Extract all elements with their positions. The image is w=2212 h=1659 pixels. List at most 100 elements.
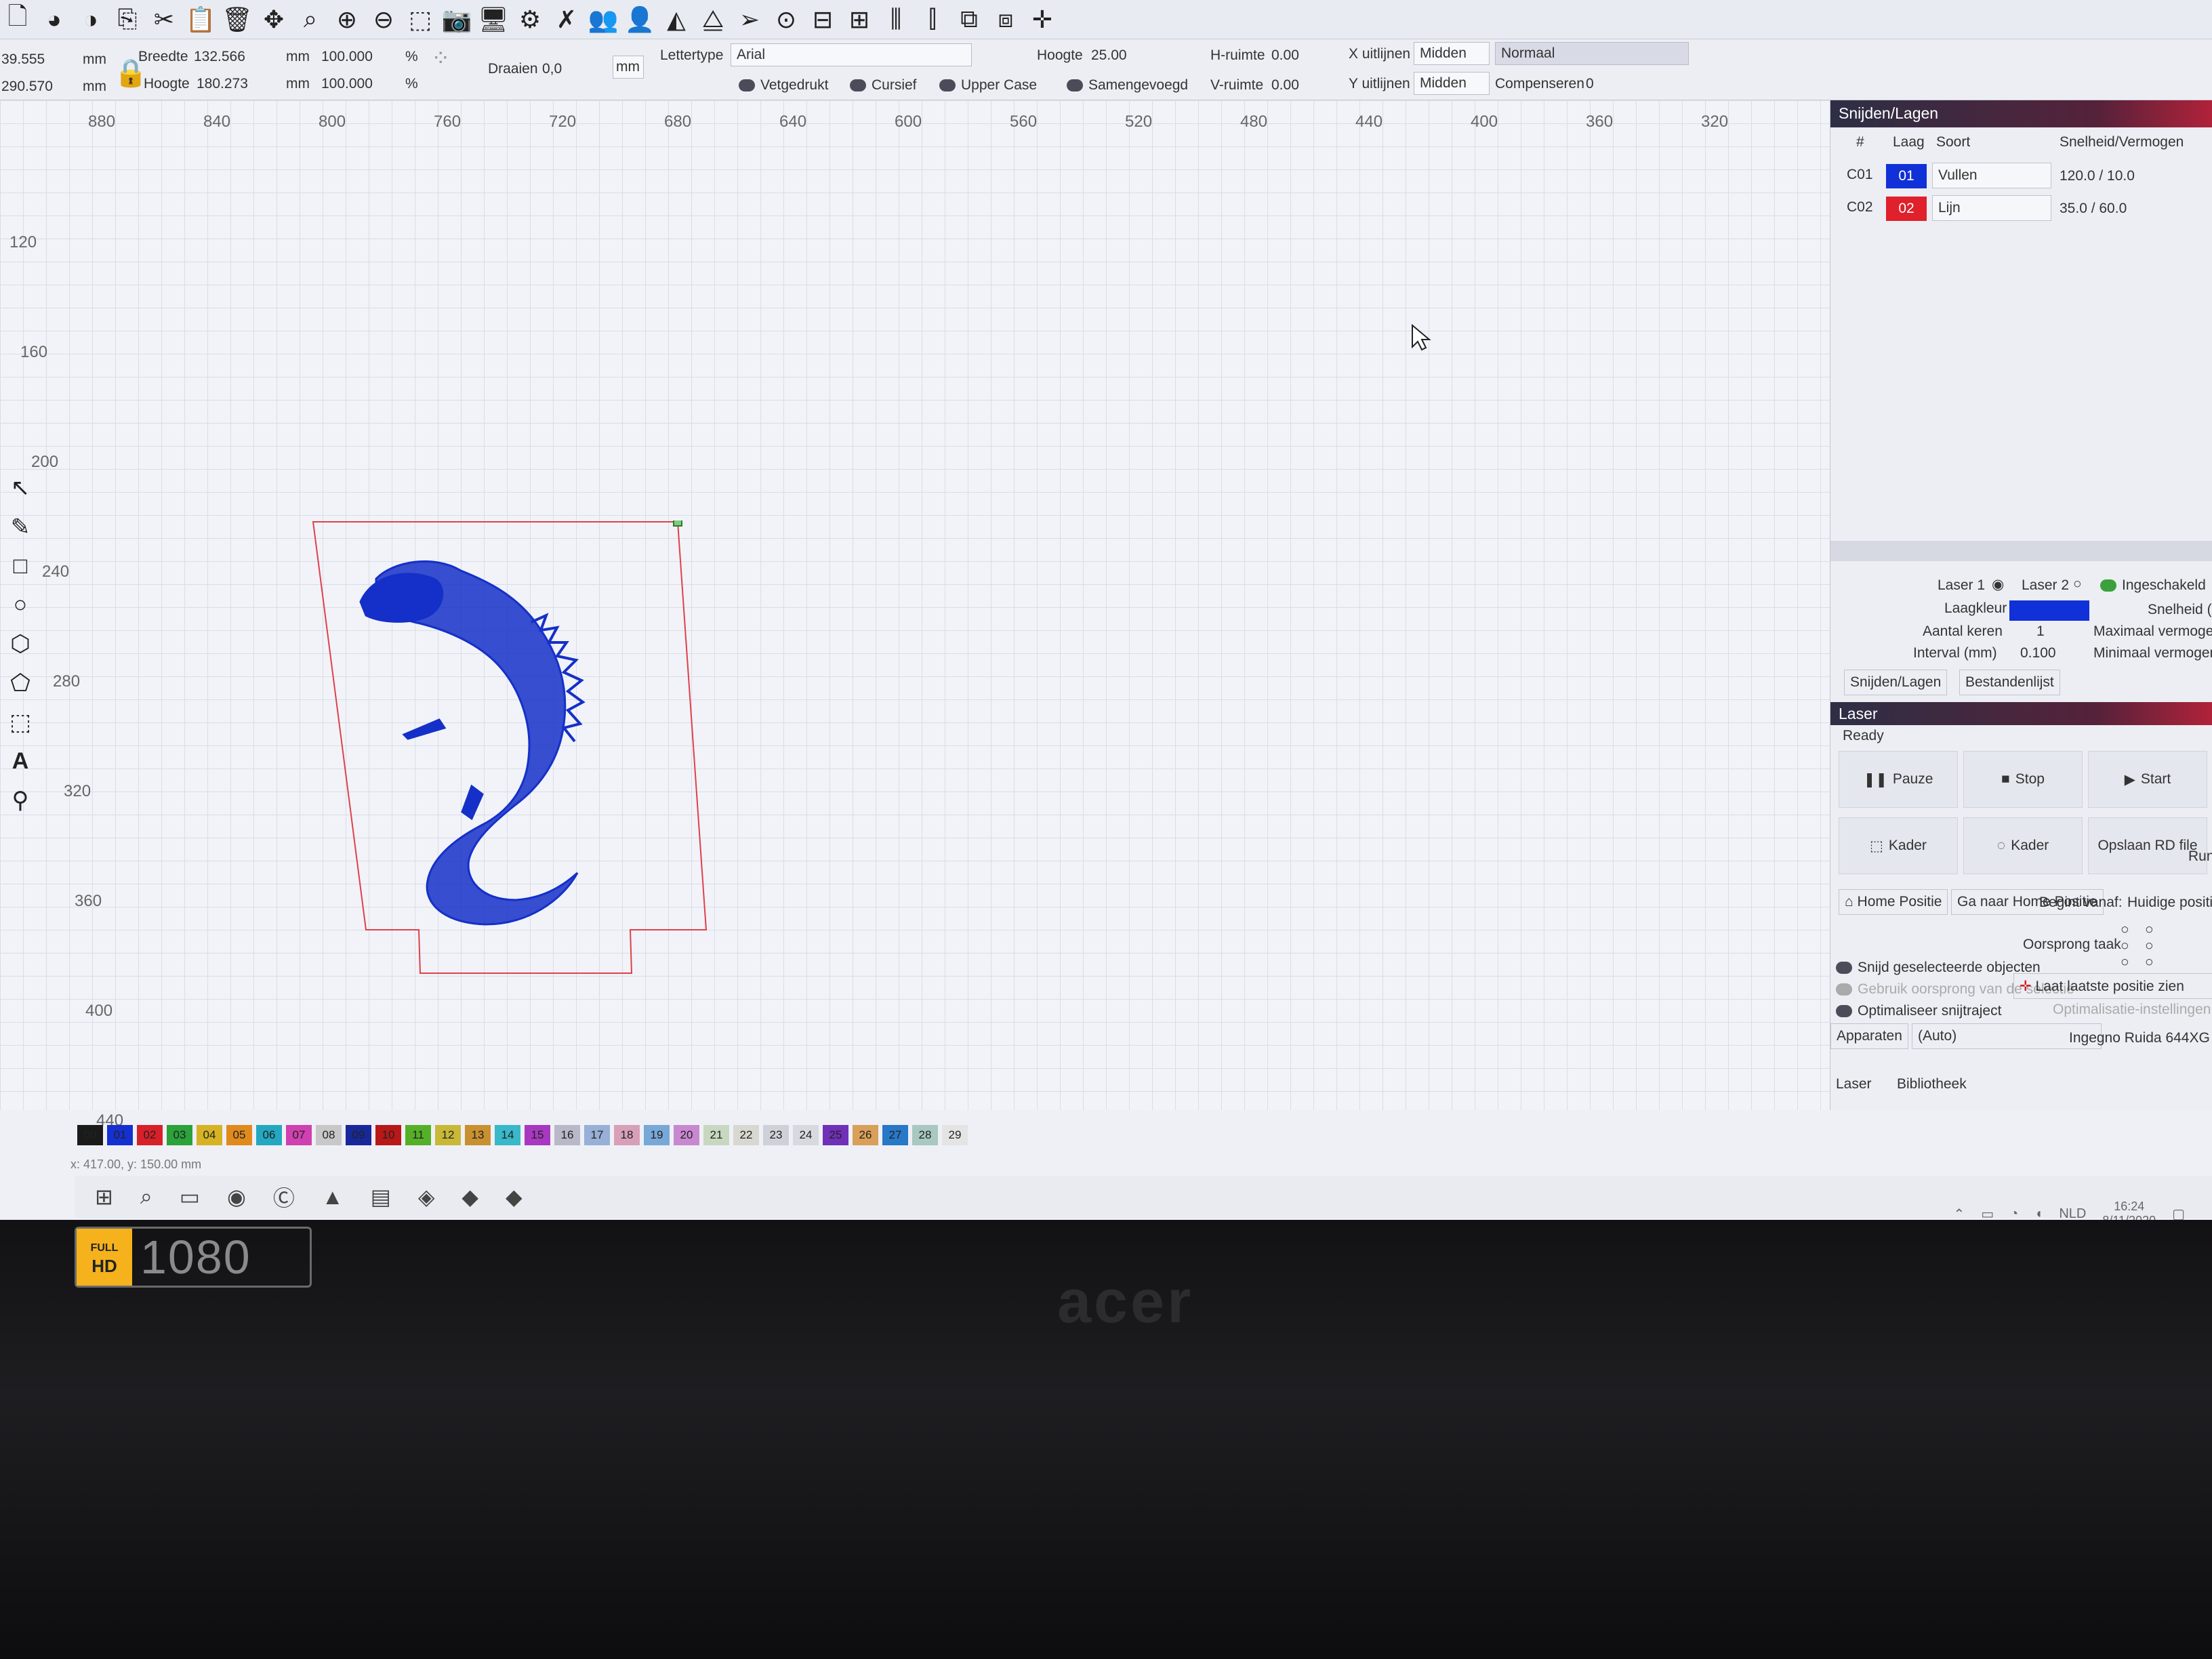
spacing-icon[interactable]: ⧉ [954, 5, 984, 35]
color-swatch[interactable]: 09 [346, 1125, 371, 1145]
zoom-out-icon[interactable]: ⊖ [369, 5, 398, 35]
crosshair-icon[interactable]: ✛ [1027, 5, 1057, 35]
color-swatch[interactable]: 29 [942, 1125, 968, 1145]
work-canvas[interactable]: 880 840 800 760 720 680 640 600 560 520 480 440 400 3… [0, 100, 1830, 1130]
zoom-in-icon[interactable]: ⊕ [332, 5, 362, 35]
h-space-value[interactable]: 0.00 [1271, 47, 1299, 64]
layer-color-chip[interactable]: 02 [1886, 197, 1927, 221]
color-swatch[interactable]: 22 [733, 1125, 759, 1145]
width-value[interactable]: 132.566 [194, 49, 245, 65]
tab-file-list[interactable]: Bestandenlijst [1959, 670, 2060, 695]
pause-button[interactable]: ❚❚ Pauze [1839, 751, 1958, 808]
color-swatch[interactable]: 15 [525, 1125, 550, 1145]
align-center-icon[interactable]: ⫼ [881, 5, 911, 35]
tools-icon[interactable]: ✗ [552, 5, 581, 35]
optimize-settings-button[interactable]: Optimalisatie-instellingen [2047, 998, 2212, 1023]
bold-toggle[interactable] [739, 79, 755, 92]
align-middle-icon[interactable]: ⫿ [918, 5, 947, 35]
paste-icon[interactable]: 📋 [186, 5, 216, 35]
color-swatch[interactable]: 10 [375, 1125, 401, 1145]
delete-icon[interactable]: 🗑 [222, 5, 253, 35]
select-tool-icon[interactable]: ↖ [11, 474, 30, 501]
rectangle-tool-icon[interactable]: □ [14, 553, 28, 579]
optimize-toggle[interactable] [1836, 1005, 1852, 1018]
position-tool-icon[interactable]: ⚲ [12, 787, 29, 814]
export-icon[interactable]: ◑ [76, 5, 106, 35]
anchor-grid-icon[interactable]: ⁘ [431, 45, 451, 72]
camera-icon[interactable]: 📷 [442, 5, 472, 35]
app-diamond-icon[interactable]: ◆ [462, 1184, 478, 1210]
color-swatch[interactable]: 21 [703, 1125, 729, 1145]
use-origin-toggle[interactable] [1836, 983, 1852, 996]
app-diamond2-icon[interactable]: ◆ [506, 1184, 523, 1210]
file-explorer-icon[interactable]: ▭ [180, 1184, 200, 1210]
interval-value[interactable]: 0.100 [2015, 641, 2062, 667]
group-icon[interactable]: 👥 [588, 5, 619, 35]
text-height-value[interactable]: 25.00 [1091, 47, 1127, 64]
laser1-radio[interactable]: ◉ [1986, 572, 2009, 598]
select-frame-icon[interactable]: ⬚ [405, 5, 435, 35]
layer-color-swatch[interactable] [2009, 600, 2089, 621]
zoom-icon[interactable]: ⌕ [295, 5, 325, 35]
joined-toggle[interactable] [1067, 79, 1083, 92]
show-last-position-button[interactable]: ✛ Laat laatste positie zien [2013, 973, 2212, 999]
layer-type-select[interactable]: Lijn [1932, 195, 2051, 221]
windows-start-icon[interactable]: ⊞ [95, 1184, 113, 1210]
color-swatch[interactable]: 03 [167, 1125, 192, 1145]
compensate-value[interactable]: 0 [1586, 76, 1594, 92]
battery-icon[interactable]: ▭ [1981, 1206, 1994, 1221]
color-swatch[interactable]: 02 [137, 1125, 163, 1145]
target-icon[interactable]: ⊙ [771, 5, 801, 35]
send-icon[interactable]: ➢ [735, 5, 764, 35]
color-swatch[interactable]: 25 [823, 1125, 848, 1145]
spacing-v-icon[interactable]: ⧈ [991, 5, 1021, 35]
color-swatch[interactable]: 05 [226, 1125, 252, 1145]
color-swatch[interactable]: 27 [882, 1125, 908, 1145]
rotate-value[interactable]: 0,0 [542, 61, 562, 77]
color-swatch[interactable]: 17 [584, 1125, 610, 1145]
layer-color-chip[interactable]: 01 [1886, 164, 1927, 188]
import-icon[interactable]: ◕ [39, 5, 69, 35]
color-swatch[interactable]: 16 [554, 1125, 580, 1145]
color-swatch[interactable]: 20 [674, 1125, 699, 1145]
scale-width-value[interactable]: 100.000 [321, 49, 373, 65]
color-swatch[interactable]: 23 [763, 1125, 789, 1145]
start-button[interactable]: ▶ Start [2088, 751, 2207, 808]
circle-tool-icon[interactable]: ○ [14, 592, 28, 618]
drawing-object[interactable] [312, 520, 718, 1090]
clock[interactable]: 16:24 8/11/2020 [2102, 1200, 2156, 1220]
bottom-tab-library[interactable]: Bibliotheek [1891, 1072, 1972, 1098]
notification-icon[interactable]: ▢ [2172, 1206, 2185, 1221]
laser-app-icon[interactable]: ◈ [418, 1184, 435, 1210]
color-swatch[interactable]: 19 [644, 1125, 670, 1145]
x-align-select[interactable]: Midden [1414, 42, 1490, 65]
volume-icon[interactable]: ◖ [2034, 1206, 2043, 1221]
color-swatch[interactable]: 04 [197, 1125, 222, 1145]
color-swatch[interactable]: 07 [286, 1125, 312, 1145]
color-swatch[interactable]: 26 [853, 1125, 878, 1145]
cut-icon[interactable]: ✂ [149, 5, 179, 35]
unit-toggle-button[interactable]: mm [613, 56, 644, 79]
settings-icon[interactable]: ⚙ [515, 5, 545, 35]
align-icon[interactable]: ⊟ [808, 5, 838, 35]
stop-button[interactable]: ■ Stop [1963, 751, 2083, 808]
color-swatch[interactable]: 01 [107, 1125, 133, 1145]
new-file-icon[interactable]: 🗋 [3, 2, 33, 35]
scale-height-value[interactable]: 100.000 [321, 76, 373, 92]
laser2-radio[interactable]: ○ [2068, 572, 2087, 598]
devices-button[interactable]: Apparaten [1830, 1023, 1908, 1049]
y-position-value[interactable]: 290.570 [1, 79, 53, 95]
home-position-button[interactable]: ⌂ Home Positie [1839, 889, 1948, 915]
enabled-toggle[interactable] [2100, 579, 2116, 592]
frame-round-button[interactable]: ◌ Kader [1963, 817, 2083, 874]
color-swatch[interactable]: 06 [256, 1125, 282, 1145]
color-swatch[interactable]: 13 [465, 1125, 491, 1145]
color-swatch[interactable]: 28 [912, 1125, 938, 1145]
layers-horizontal-scrollbar[interactable] [1830, 541, 2212, 561]
pen-tool-icon[interactable]: ✎ [11, 514, 30, 541]
tab-cut-layers[interactable]: Snijden/Lagen [1844, 670, 1948, 695]
color-swatch[interactable]: 18 [614, 1125, 640, 1145]
layer-type-select[interactable]: Vullen [1932, 163, 2051, 188]
copy-icon[interactable]: ⎘ [112, 5, 142, 35]
chrome-icon[interactable]: ◉ [227, 1184, 246, 1210]
